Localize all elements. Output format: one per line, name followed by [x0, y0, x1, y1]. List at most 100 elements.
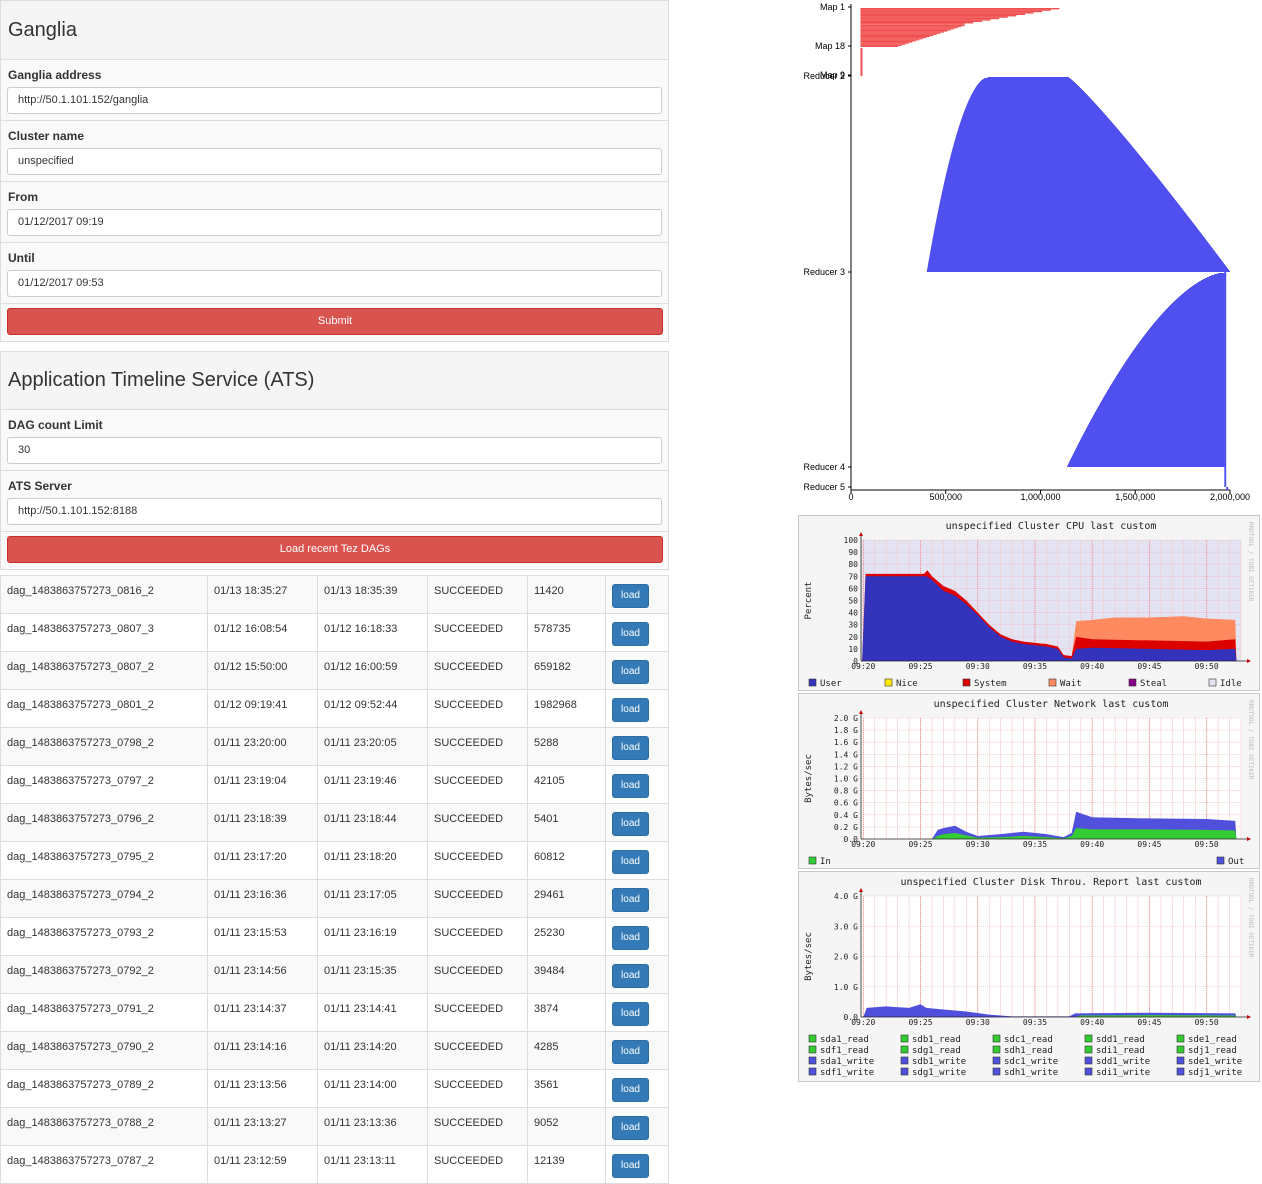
reducer-2-bar	[929, 257, 1220, 258]
dag-start-cell: 01/11 23:13:56	[207, 1069, 318, 1108]
reducer-3-bar	[1068, 463, 1227, 464]
reducer-2-bar	[928, 259, 1222, 260]
reducer-2-bar	[953, 144, 1131, 145]
reducer-2-bar	[940, 197, 1174, 198]
load-dag-button[interactable]: load	[612, 660, 649, 684]
reducer-3-bar	[1092, 417, 1227, 418]
dag-limit-input[interactable]: 30	[7, 437, 662, 464]
reducer-2-bar	[952, 149, 1135, 150]
disk-legend-item-swatch	[1084, 1056, 1093, 1065]
reducer-3-bar	[1086, 428, 1227, 429]
load-dag-button[interactable]: load	[612, 698, 649, 722]
reducer-2-bar	[951, 151, 1137, 152]
dag-id-cell: dag_1483863757273_0789_2	[0, 1069, 208, 1108]
load-dag-button[interactable]: load	[612, 888, 649, 912]
reducer-2-bar	[934, 228, 1198, 229]
dag-duration-cell: 4285	[527, 1031, 606, 1070]
reducer-3-bar	[1085, 430, 1227, 431]
map-18-bar	[860, 29, 951, 31]
load-dag-button[interactable]: load	[612, 736, 649, 760]
reducer-2-bar	[942, 190, 1168, 191]
reducer-2-bar	[939, 204, 1179, 205]
load-dag-button[interactable]: load	[612, 1002, 649, 1026]
table-row: dag_1483863757273_0789_2 01/11 23:13:56 01…	[0, 1069, 669, 1108]
reducer-3-bar	[1187, 289, 1227, 290]
map-9-bar	[860, 48, 863, 76]
reducer-3-bar	[1169, 305, 1227, 306]
load-dag-button[interactable]: load	[612, 1040, 649, 1064]
load-dag-button[interactable]: load	[612, 812, 649, 836]
dag-end-cell: 01/12 16:18:33	[317, 613, 428, 652]
dag-start-cell: 01/11 23:17:20	[207, 841, 318, 880]
reducer-3-bar	[1123, 365, 1227, 366]
reducer-2-bar	[927, 267, 1228, 268]
disk-legend-item-swatch	[900, 1056, 909, 1065]
load-dag-button[interactable]: load	[612, 964, 649, 988]
dag-end-cell: 01/11 23:15:35	[317, 955, 428, 994]
table-row: dag_1483863757273_0795_2 01/11 23:17:20 01…	[0, 841, 669, 880]
reducer-2-bar	[937, 213, 1186, 214]
table-row: dag_1483863757273_0798_2 01/11 23:20:00 01…	[0, 727, 669, 766]
ats-panel: Application Timeline Service (ATS) DAG c…	[0, 351, 669, 570]
reducer-3-bar	[1182, 293, 1227, 294]
ganglia-panel: Ganglia Ganglia address http://50.1.101.…	[0, 0, 669, 342]
reducer-3-bar	[1175, 300, 1227, 301]
load-tez-dags-button[interactable]: Load recent Tez DAGs	[7, 536, 663, 563]
dag-duration-cell: 5401	[527, 803, 606, 842]
load-dag-button[interactable]: load	[612, 1154, 649, 1178]
reducer-3-bar	[1068, 464, 1227, 465]
reducer-2-bar	[947, 169, 1152, 170]
reducer-2-bar	[932, 240, 1207, 241]
reducer-3-bar	[1164, 311, 1227, 312]
disk-legend-item-label: sdd1_write	[1096, 1057, 1150, 1067]
dag-status-cell: SUCCEEDED	[427, 993, 528, 1032]
reducer-2-bar	[963, 113, 1105, 114]
load-dag-button[interactable]: load	[612, 774, 649, 798]
y-tick-label: Map 18	[815, 41, 845, 51]
reducer-2-bar	[933, 232, 1201, 233]
dag-end-cell: 01/12 16:00:59	[317, 651, 428, 690]
ats-server-input[interactable]: http://50.1.101.152:8188	[7, 498, 662, 525]
dag-id-cell: dag_1483863757273_0793_2	[0, 917, 208, 956]
reducer-2-bar	[970, 97, 1090, 98]
reducer-2-bar	[954, 142, 1130, 143]
table-row: dag_1483863757273_0796_2 01/11 23:18:39 01…	[0, 803, 669, 842]
dag-id-cell: dag_1483863757273_0792_2	[0, 955, 208, 994]
dag-action-cell: load	[605, 879, 669, 918]
load-dag-button[interactable]: load	[612, 926, 649, 950]
reducer-2-bar	[931, 246, 1212, 247]
reducer-3-bar	[1111, 383, 1227, 384]
submit-button[interactable]: Submit	[7, 308, 663, 335]
dag-start-cell: 01/11 23:13:27	[207, 1107, 318, 1146]
y-tick-label: 4.0 G	[834, 892, 858, 901]
load-dag-button[interactable]: load	[612, 622, 649, 646]
map-1-bar	[860, 17, 1000, 20]
reducer-3-bar	[1150, 327, 1227, 328]
reducer-3-bar	[1096, 409, 1227, 410]
reducer-2-bar	[950, 154, 1140, 155]
reducer-2-bar	[972, 92, 1086, 93]
dag-end-cell: 01/11 23:18:44	[317, 803, 428, 842]
x-tick-label: 1,500,000	[1115, 492, 1155, 502]
reducer-2-bar	[948, 163, 1147, 164]
load-dag-button[interactable]: load	[612, 1078, 649, 1102]
reducer-2-bar	[946, 173, 1155, 174]
ganglia-address-input[interactable]: http://50.1.101.152/ganglia	[7, 87, 662, 114]
until-input[interactable]: 01/12/2017 09:53	[7, 270, 662, 297]
map-18-bar	[860, 42, 909, 44]
reducer-3-bar	[1194, 284, 1227, 285]
load-dag-button[interactable]: load	[612, 850, 649, 874]
load-dag-button[interactable]: load	[612, 584, 649, 608]
cpu-graph: unspecified Cluster CPU last custom RRDTO…	[799, 516, 1259, 690]
load-dag-button[interactable]: load	[612, 1116, 649, 1140]
disk-legend-item-swatch	[808, 1034, 817, 1043]
reducer-2-bar	[950, 156, 1141, 157]
disk-legend-item-label: sdg1_read	[912, 1046, 961, 1056]
y-tick-label: 1.0 G	[834, 775, 858, 784]
map-18-bar	[860, 27, 958, 29]
reducer-2-bar	[973, 90, 1084, 91]
cluster-name-input[interactable]: unspecified	[7, 148, 662, 175]
reducer-2-bar	[972, 93, 1086, 94]
reducer-3-bar	[1080, 439, 1227, 440]
from-input[interactable]: 01/12/2017 09:19	[7, 209, 662, 236]
